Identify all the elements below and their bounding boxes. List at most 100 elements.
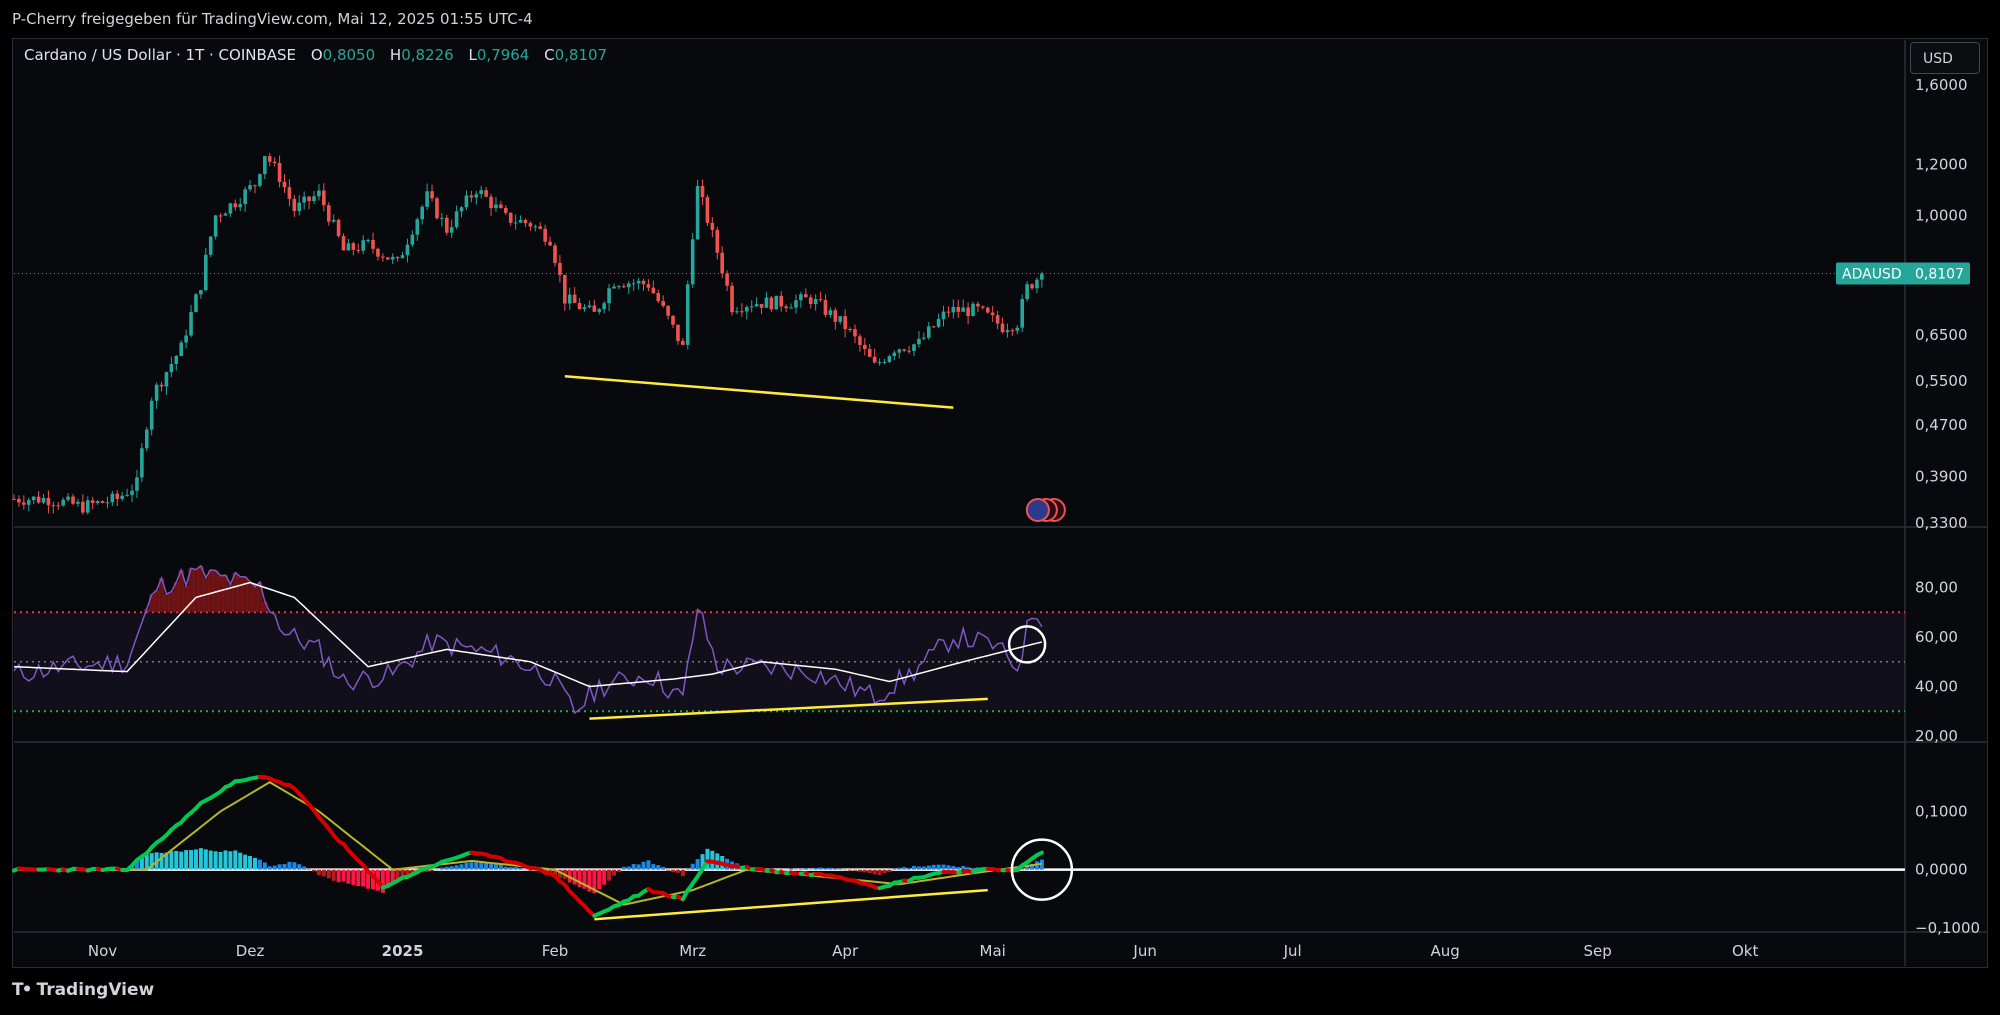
candle-body (331, 219, 336, 222)
candle-body (238, 204, 243, 208)
macd-histogram-bar (312, 869, 316, 872)
candle-body (695, 186, 700, 240)
candle-body (454, 211, 459, 228)
time-tick-label: Aug (1430, 942, 1459, 960)
macd-histogram-bar (198, 848, 203, 870)
candle-body (253, 185, 257, 187)
macd-histogram-bar (449, 866, 454, 870)
candle-body (690, 239, 695, 285)
candle-body (100, 501, 105, 503)
macd-histogram-bar (872, 869, 877, 875)
candle-body (115, 493, 120, 499)
candle-body (469, 195, 474, 198)
macd-histogram-bar (887, 869, 892, 872)
macd-histogram-bar (636, 864, 641, 870)
candle-body (302, 196, 306, 203)
macd-histogram-bar (862, 869, 867, 873)
macd-histogram-bar (262, 862, 267, 870)
candle-body (263, 156, 267, 175)
candle-body (936, 319, 941, 327)
candle-body (26, 500, 31, 505)
time-tick-label: Jul (1283, 942, 1302, 960)
candle-body (322, 190, 326, 206)
candle-body (464, 195, 469, 208)
candle-body (971, 303, 975, 317)
candle-body (976, 303, 980, 307)
macd-histogram-bar (921, 866, 926, 870)
candle-body (51, 505, 56, 507)
macd-histogram-bar (248, 856, 253, 870)
time-tick-label: Mai (980, 942, 1006, 960)
candle-body (543, 228, 547, 242)
tradingview-logo[interactable]: 𝗧• TradingView (12, 980, 154, 1000)
macd-histogram-bar (793, 869, 798, 870)
macd-histogram-bar (808, 869, 813, 870)
candle-body (430, 191, 434, 199)
candle-body (513, 222, 518, 224)
macd-histogram-bar (184, 850, 189, 870)
macd-histogram-bar (882, 869, 887, 874)
macd-trendline (594, 888, 988, 921)
candle-body (56, 505, 61, 507)
macd-histogram-bar (513, 867, 518, 870)
candle-body (838, 316, 843, 322)
candle-body (1035, 279, 1039, 289)
candle-body (66, 496, 70, 500)
macd-histogram-bar (213, 851, 218, 870)
candle-body (223, 213, 228, 216)
candle-body (36, 496, 41, 503)
candle-body (631, 283, 636, 285)
macd-histogram-bar (784, 869, 789, 871)
candle-body (341, 236, 346, 251)
candle-body (917, 338, 921, 345)
macd-histogram-bar (626, 866, 631, 870)
candle-body (892, 352, 897, 357)
candle-body (853, 329, 857, 337)
candle-body (22, 502, 26, 505)
macd-histogram-bar (666, 869, 671, 871)
candle-body (189, 312, 193, 336)
candle-body (1020, 299, 1024, 328)
candle-body (376, 248, 380, 257)
candle-body (449, 227, 454, 233)
candle-body (159, 384, 164, 387)
macd-histogram-bar (843, 869, 848, 871)
candle-body (174, 355, 179, 364)
candle-body (395, 257, 400, 259)
candle-body (12, 498, 16, 500)
candle-body (774, 295, 779, 310)
macd-histogram-bar (813, 867, 818, 870)
candle-body (926, 326, 931, 338)
us-flag-icon[interactable] (1025, 498, 1050, 522)
macd-histogram-bar (218, 851, 223, 870)
candle-body (204, 254, 208, 291)
macd-histogram-bar (848, 869, 853, 871)
candle-body (508, 212, 513, 223)
price-tick-label: 1,2000 (1915, 156, 1968, 174)
candle-body (779, 295, 784, 307)
time-tick-label: Sep (1583, 942, 1611, 960)
macd-histogram-bar (621, 866, 626, 870)
macd-histogram-bar (926, 865, 931, 870)
macd-histogram-bar (243, 854, 248, 870)
candle-body (981, 306, 985, 308)
candle-body (523, 219, 528, 224)
candle-body (371, 240, 375, 249)
candle-body (897, 349, 902, 353)
candle-body (1040, 273, 1044, 280)
macd-histogram-bar (803, 867, 808, 870)
candle-body (444, 217, 449, 233)
price-tick-label: 0,4700 (1915, 416, 1968, 434)
macd-histogram-bar (267, 866, 272, 870)
candle-body (651, 287, 656, 294)
candle-body (533, 226, 538, 228)
macd-histogram-bar (641, 861, 646, 870)
macd-histogram-bar (439, 867, 444, 870)
chart-canvas[interactable]: ADAUSD 0,8107 1,6000 1,2000 1,0000 0,6500 0,55… (0, 0, 2000, 1015)
candle-body (710, 222, 715, 230)
candle-body (169, 363, 174, 373)
candle-body (494, 204, 498, 209)
rsi-tick-label: 60,00 (1915, 628, 1958, 646)
candle-body (1010, 330, 1015, 332)
currency-button[interactable]: USD (1910, 42, 1980, 74)
